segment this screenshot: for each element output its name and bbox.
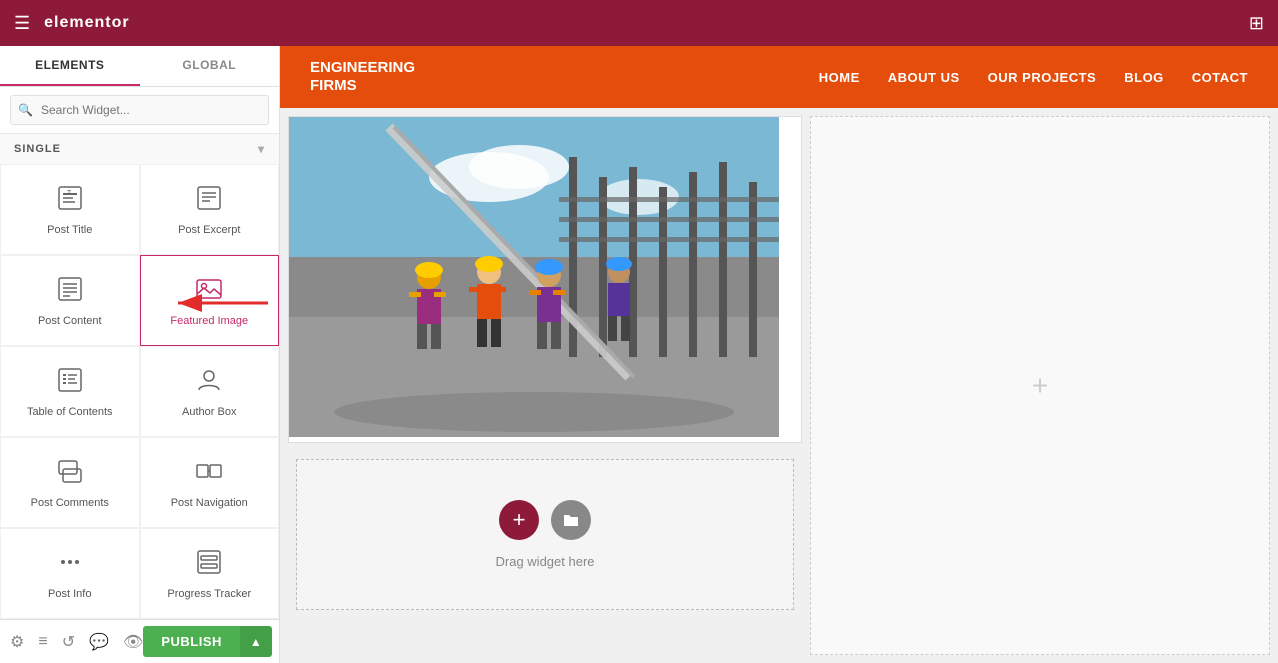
nav-contact[interactable]: COTACT <box>1192 70 1248 85</box>
publish-button[interactable]: PUBLISH <box>143 626 240 657</box>
sidebar: ELEMENTS GLOBAL 🔍 SINGLE ▾ <box>0 46 280 663</box>
search-wrapper: 🔍 <box>0 87 279 134</box>
widget-post-navigation[interactable]: Post Navigation <box>140 437 280 528</box>
widget-featured-image[interactable]: Featured Image <box>140 255 280 346</box>
drag-buttons: + <box>499 500 591 540</box>
drag-label: Drag widget here <box>496 554 595 569</box>
author-box-label: Author Box <box>182 406 236 418</box>
post-content-label: Post Content <box>38 315 102 327</box>
progress-tracker-label: Progress Tracker <box>167 588 251 600</box>
elementor-logo: elementor <box>44 14 129 32</box>
table-of-contents-label: Table of Contents <box>27 406 113 418</box>
top-bar: ☰ elementor ⊞ <box>0 0 1278 46</box>
progress-tracker-icon <box>195 548 223 580</box>
publish-dropdown-button[interactable]: ▲ <box>240 626 272 657</box>
post-comments-label: Post Comments <box>31 497 109 509</box>
author-box-icon <box>195 366 223 398</box>
canvas-left: + Drag widget here <box>280 108 810 663</box>
widget-table-of-contents[interactable]: Table of Contents <box>0 346 140 437</box>
widgets-grid: T Post Title Post Excerpt <box>0 164 279 619</box>
sidebar-tabs: ELEMENTS GLOBAL <box>0 46 279 87</box>
widget-post-info[interactable]: Post Info <box>0 528 140 619</box>
drag-drop-zone[interactable]: + Drag widget here <box>296 459 794 610</box>
section-label: SINGLE ▾ <box>0 134 279 164</box>
publish-area: PUBLISH ▲ <box>143 626 271 657</box>
nav-logo: ENGINEERING FIRMS <box>310 59 415 95</box>
nav-about[interactable]: ABOUT US <box>888 70 960 85</box>
post-content-icon <box>56 275 84 307</box>
hamburger-icon[interactable]: ☰ <box>14 13 30 34</box>
post-info-label: Post Info <box>48 588 91 600</box>
search-icon: 🔍 <box>18 103 33 117</box>
layers-icon[interactable]: ≡ <box>38 633 47 651</box>
search-input[interactable] <box>10 95 269 125</box>
post-comments-icon <box>56 457 84 489</box>
nav-links: HOME ABOUT US OUR PROJECTS BLOG COTACT <box>819 70 1248 85</box>
main-layout: ELEMENTS GLOBAL 🔍 SINGLE ▾ <box>0 46 1278 663</box>
settings-icon[interactable]: ⚙ <box>10 632 24 652</box>
nav-projects[interactable]: OUR PROJECTS <box>988 70 1097 85</box>
widget-author-box[interactable]: Author Box <box>140 346 280 437</box>
bottom-toolbar-icons: ⚙ ≡ ↺ 💬 👁 <box>10 632 143 652</box>
construction-image <box>289 117 779 437</box>
widget-post-comments[interactable]: Post Comments <box>0 437 140 528</box>
widget-progress-tracker[interactable]: Progress Tracker <box>140 528 280 619</box>
widget-post-content[interactable]: Post Content <box>0 255 140 346</box>
post-excerpt-icon <box>195 184 223 216</box>
svg-text:T: T <box>67 190 72 197</box>
grid-icon[interactable]: ⊞ <box>1249 13 1264 34</box>
templates-button[interactable] <box>551 500 591 540</box>
section-collapse-arrow[interactable]: ▾ <box>258 142 265 156</box>
bottom-toolbar: ⚙ ≡ ↺ 💬 👁 PUBLISH ▲ <box>0 619 279 663</box>
widget-post-excerpt[interactable]: Post Excerpt <box>140 164 280 255</box>
widget-post-title[interactable]: T Post Title <box>0 164 140 255</box>
table-of-contents-icon <box>56 366 84 398</box>
comments-icon[interactable]: 💬 <box>89 632 109 652</box>
post-navigation-label: Post Navigation <box>171 497 248 509</box>
post-excerpt-label: Post Excerpt <box>178 224 240 236</box>
add-section-icon[interactable]: + <box>1032 370 1048 402</box>
post-navigation-icon <box>195 457 223 489</box>
featured-image-canvas <box>288 116 802 443</box>
nav-home[interactable]: HOME <box>819 70 860 85</box>
canvas-content: + Drag widget here + <box>280 108 1278 663</box>
preview-icon[interactable]: 👁 <box>123 632 143 652</box>
canvas-area: ENGINEERING FIRMS HOME ABOUT US OUR PROJ… <box>280 46 1278 663</box>
tab-elements[interactable]: ELEMENTS <box>0 46 140 86</box>
post-title-icon: T <box>56 184 84 216</box>
post-info-icon <box>56 548 84 580</box>
add-widget-button[interactable]: + <box>499 500 539 540</box>
section-label-text: SINGLE <box>14 143 61 155</box>
post-title-label: Post Title <box>47 224 92 236</box>
nav-bar: ENGINEERING FIRMS HOME ABOUT US OUR PROJ… <box>280 46 1278 108</box>
nav-blog[interactable]: BLOG <box>1124 70 1164 85</box>
featured-image-icon <box>195 275 223 307</box>
tab-global[interactable]: GLOBAL <box>140 46 280 86</box>
canvas-right-panel[interactable]: + <box>810 116 1270 655</box>
featured-image-label: Featured Image <box>170 315 248 327</box>
history-icon[interactable]: ↺ <box>62 632 75 652</box>
